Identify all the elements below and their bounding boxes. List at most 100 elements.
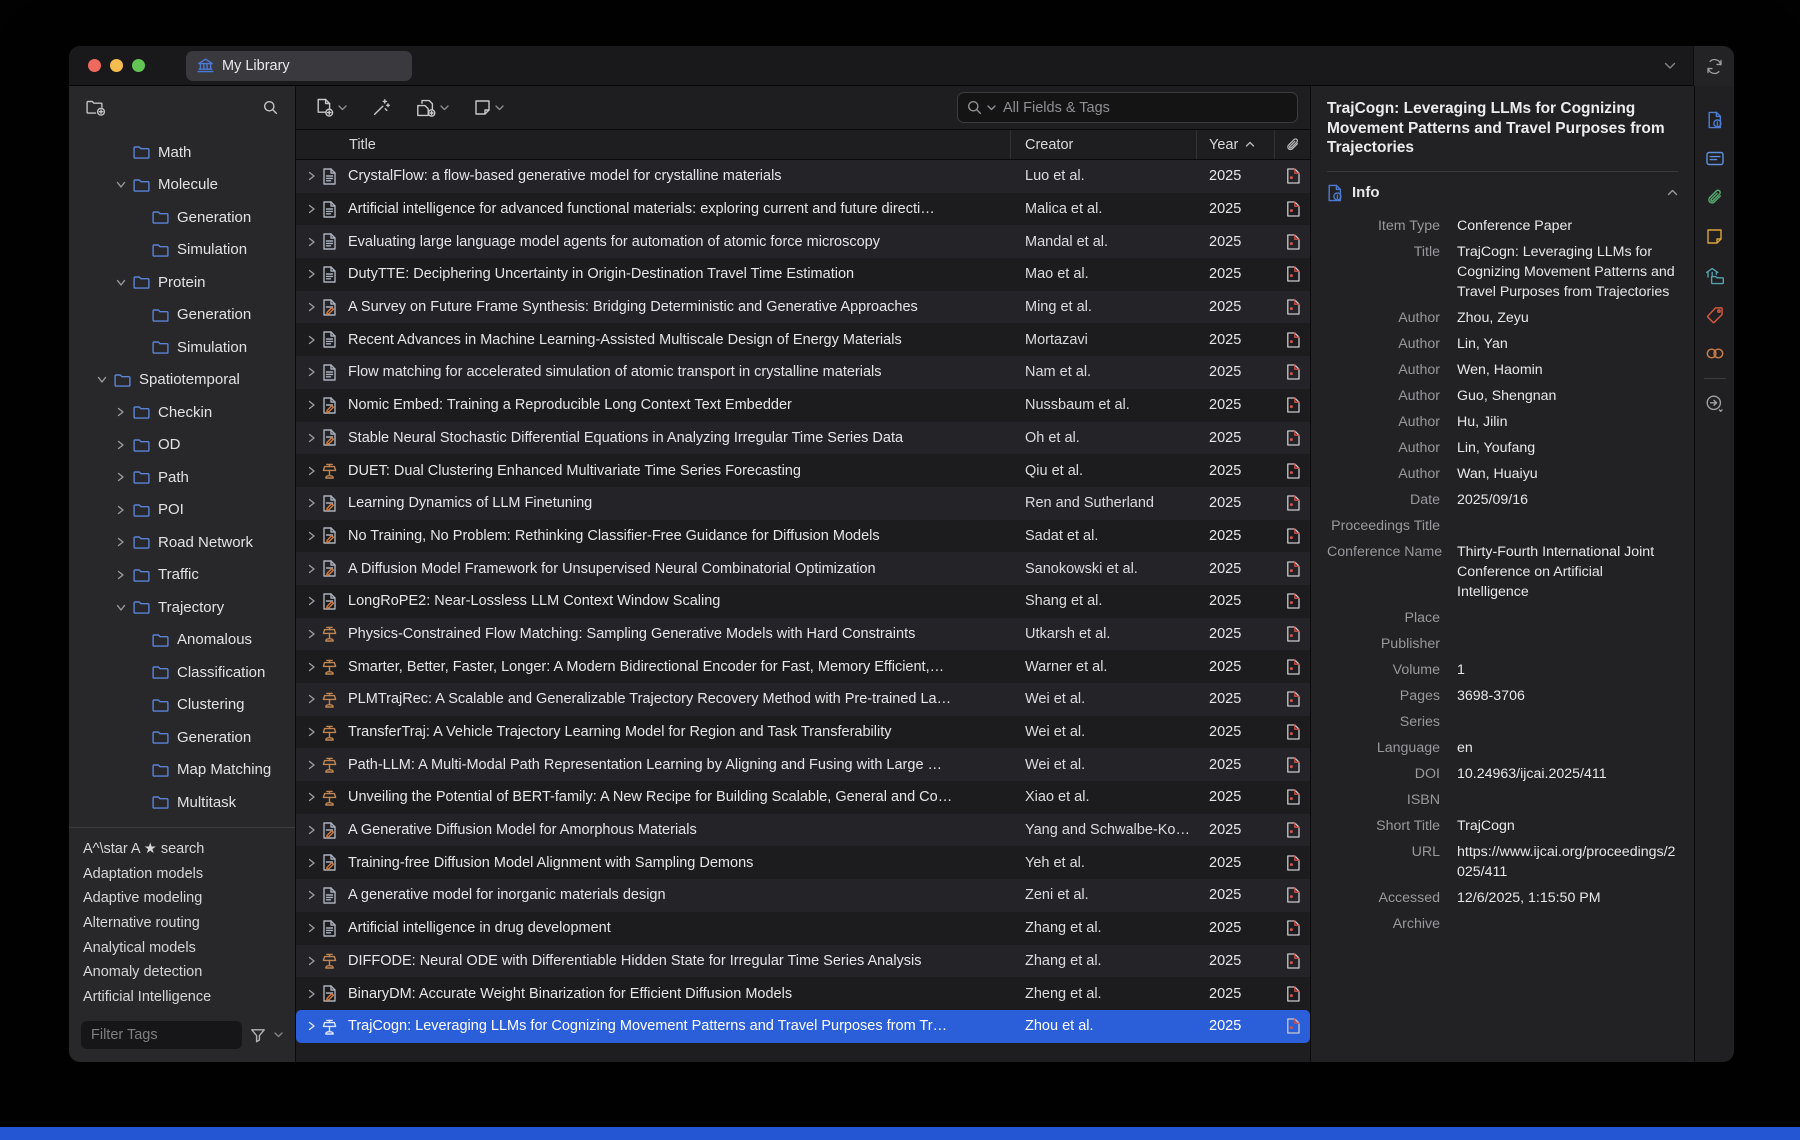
chevron-down-icon[interactable]: [116, 278, 133, 287]
field-value[interactable]: Lin, Yan: [1457, 334, 1678, 354]
column-header-year[interactable]: Year: [1197, 130, 1275, 159]
expand-chevron-icon[interactable]: [307, 204, 322, 214]
field-value[interactable]: 3698-3706: [1457, 686, 1678, 706]
expand-chevron-icon[interactable]: [307, 596, 322, 606]
sidebar-collection-map-matching[interactable]: Map Matching: [69, 754, 295, 787]
expand-chevron-icon[interactable]: [307, 171, 322, 181]
collections-search-button[interactable]: [263, 100, 278, 115]
expand-chevron-icon[interactable]: [307, 662, 322, 672]
sidebar-collection-generation[interactable]: Generation: [69, 201, 295, 234]
item-row[interactable]: No Training, No Problem: Rethinking Clas…: [296, 520, 1310, 553]
sidebar-collection-spatiotemporal[interactable]: Spatiotemporal: [69, 364, 295, 397]
expand-chevron-icon[interactable]: [307, 466, 322, 476]
chevron-down-icon[interactable]: [97, 375, 114, 384]
column-header-title[interactable]: Title: [296, 130, 1011, 159]
expand-chevron-icon[interactable]: [307, 433, 322, 443]
field-value[interactable]: Zhou, Zeyu: [1457, 308, 1678, 328]
sync-button[interactable]: [1693, 46, 1734, 86]
new-collection-button[interactable]: [86, 99, 106, 116]
item-row[interactable]: DutyTTE: Deciphering Uncertainty in Orig…: [296, 258, 1310, 291]
chevron-right-icon[interactable]: [116, 505, 133, 515]
tab-list-chevron-icon[interactable]: [1664, 46, 1676, 86]
item-row[interactable]: BinaryDM: Accurate Weight Binarization f…: [296, 977, 1310, 1010]
item-row[interactable]: Physics-Constrained Flow Matching: Sampl…: [296, 618, 1310, 651]
column-header-creator[interactable]: Creator: [1011, 130, 1197, 159]
sidebar-collection-generation[interactable]: Generation: [69, 721, 295, 754]
sidebar-collection-molecule[interactable]: Molecule: [69, 169, 295, 202]
field-value[interactable]: [1457, 634, 1678, 654]
pane-tab-item-info[interactable]: [1695, 100, 1734, 139]
minimize-button[interactable]: [110, 59, 123, 72]
expand-chevron-icon[interactable]: [307, 531, 322, 541]
expand-chevron-icon[interactable]: [307, 564, 322, 574]
chevron-right-icon[interactable]: [116, 407, 133, 417]
close-button[interactable]: [88, 59, 101, 72]
search-input[interactable]: [1001, 99, 1288, 117]
expand-chevron-icon[interactable]: [307, 1021, 322, 1031]
expand-chevron-icon[interactable]: [307, 498, 322, 508]
field-value[interactable]: [1457, 608, 1678, 628]
item-row[interactable]: TrajCogn: Leveraging LLMs for Cognizing …: [296, 1010, 1310, 1043]
tag-item[interactable]: Adaptation models: [83, 862, 295, 887]
sidebar-collection-multitask[interactable]: Multitask: [69, 786, 295, 819]
expand-chevron-icon[interactable]: [307, 989, 322, 999]
expand-chevron-icon[interactable]: [307, 694, 322, 704]
tag-item[interactable]: Anomaly detection: [83, 960, 295, 985]
expand-chevron-icon[interactable]: [307, 367, 322, 377]
field-value[interactable]: [1457, 790, 1678, 810]
chevron-right-icon[interactable]: [116, 570, 133, 580]
tag-item[interactable]: Alternative routing: [83, 911, 295, 936]
item-row[interactable]: A generative model for inorganic materia…: [296, 879, 1310, 912]
expand-chevron-icon[interactable]: [307, 629, 322, 639]
field-value[interactable]: [1457, 914, 1678, 934]
tag-item[interactable]: Artificial Intelligence: [83, 985, 295, 1010]
expand-chevron-icon[interactable]: [307, 269, 322, 279]
field-value[interactable]: TrajCogn: Leveraging LLMs for Cognizing …: [1457, 242, 1678, 302]
collapse-section-icon[interactable]: [1667, 189, 1678, 196]
tag-item[interactable]: Analytical models: [83, 935, 295, 960]
sidebar-collection-trajectory[interactable]: Trajectory: [69, 591, 295, 624]
item-row[interactable]: A Survey on Future Frame Synthesis: Brid…: [296, 291, 1310, 324]
expand-chevron-icon[interactable]: [307, 792, 322, 802]
sidebar-collection-traffic[interactable]: Traffic: [69, 559, 295, 592]
zoom-button[interactable]: [132, 59, 145, 72]
new-note-button[interactable]: [474, 99, 504, 116]
tag-filter-chevron-icon[interactable]: [274, 1032, 283, 1038]
tag-item[interactable]: A^\star A ★ search: [83, 837, 295, 862]
chevron-down-icon[interactable]: [116, 603, 133, 612]
tab-my-library[interactable]: My Library: [186, 51, 412, 81]
item-row[interactable]: Path-LLM: A Multi-Modal Path Representat…: [296, 748, 1310, 781]
item-row[interactable]: LongRoPE2: Near-Lossless LLM Context Win…: [296, 585, 1310, 618]
expand-chevron-icon[interactable]: [307, 237, 322, 247]
search-scope-chevron-icon[interactable]: [987, 105, 996, 111]
item-row[interactable]: Stable Neural Stochastic Differential Eq…: [296, 422, 1310, 455]
expand-chevron-icon[interactable]: [307, 335, 322, 345]
info-section-header[interactable]: Info: [1327, 172, 1678, 213]
sidebar-collection-math[interactable]: Math: [69, 136, 295, 169]
item-row[interactable]: Evaluating large language model agents f…: [296, 225, 1310, 258]
field-value[interactable]: en: [1457, 738, 1678, 758]
field-value[interactable]: Lin, Youfang: [1457, 438, 1678, 458]
sidebar-collection-poi[interactable]: POI: [69, 494, 295, 527]
sidebar-collection-classification[interactable]: Classification: [69, 656, 295, 689]
sidebar-collection-road-network[interactable]: Road Network: [69, 526, 295, 559]
pane-tab-attachments[interactable]: [1695, 178, 1734, 217]
pane-tab-related[interactable]: [1695, 334, 1734, 373]
item-row[interactable]: DUET: Dual Clustering Enhanced Multivari…: [296, 454, 1310, 487]
item-row[interactable]: PLMTrajRec: A Scalable and Generalizable…: [296, 683, 1310, 716]
item-row[interactable]: Recent Advances in Machine Learning-Assi…: [296, 323, 1310, 356]
field-value[interactable]: [1457, 712, 1678, 732]
expand-chevron-icon[interactable]: [307, 923, 322, 933]
item-row[interactable]: DIFFODE: Neural ODE with Differentiable …: [296, 945, 1310, 978]
item-row[interactable]: CrystalFlow: a flow-based generative mod…: [296, 160, 1310, 193]
item-row[interactable]: Smarter, Better, Faster, Longer: A Moder…: [296, 650, 1310, 683]
pane-tab-notes[interactable]: [1695, 217, 1734, 256]
expand-chevron-icon[interactable]: [307, 890, 322, 900]
sidebar-collection-clustering[interactable]: Clustering: [69, 689, 295, 722]
search-box[interactable]: [957, 92, 1298, 123]
expand-chevron-icon[interactable]: [307, 760, 322, 770]
filter-tags-input[interactable]: [81, 1021, 242, 1049]
sidebar-collection-simulation[interactable]: Simulation: [69, 234, 295, 267]
pane-tab-tags[interactable]: [1695, 295, 1734, 334]
field-value[interactable]: Wen, Haomin: [1457, 360, 1678, 380]
